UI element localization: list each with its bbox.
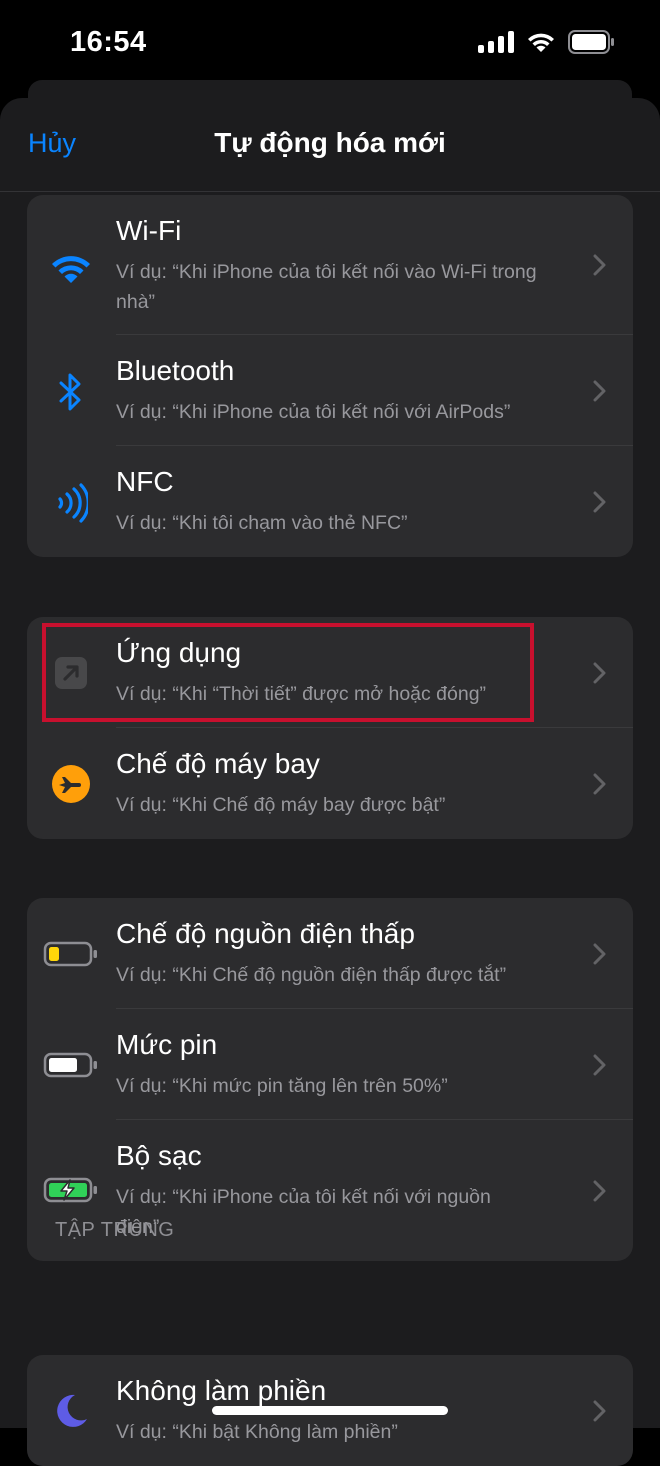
navigation-bar: Hủy Tự động hóa mới [0,98,660,192]
item-subtitle: Ví dụ: “Khi tôi chạm vào thẻ NFC” [116,512,408,534]
item-subtitle: Ví dụ: “Khi iPhone của tôi kết nối với A… [116,401,511,423]
chevron-right-icon [593,254,606,276]
status-bar: 16:54 [0,0,660,90]
item-title: Bluetooth [116,355,235,386]
item-title: Không làm phiền [116,1375,327,1406]
list-item-nfc[interactable]: NFC Ví dụ: “Khi tôi chạm vào thẻ NFC” [27,446,633,557]
wifi-icon [47,243,95,291]
chevron-right-icon [593,1054,606,1076]
battery-icon [43,1041,99,1089]
status-icons [478,30,616,54]
item-subtitle: Ví dụ: “Khi bật Không làm phiền” [116,1421,398,1443]
chevron-right-icon [593,491,606,513]
list-item-low-power[interactable]: Chế độ nguồn điện thấp Ví dụ: “Khi Chế đ… [27,898,633,1009]
chevron-right-icon [593,380,606,402]
item-title: Bộ sạc [116,1140,202,1171]
bluetooth-icon [47,368,95,416]
item-title: Chế độ nguồn điện thấp [116,918,415,949]
chevron-right-icon [593,943,606,965]
item-title: Mức pin [116,1029,218,1060]
list-item-battery-level[interactable]: Mức pin Ví dụ: “Khi mức pin tăng lên trê… [27,1009,633,1120]
status-time: 16:54 [70,26,147,58]
item-subtitle: Ví dụ: “Khi iPhone của tôi kết nối vào W… [116,261,537,313]
highlight-box [42,623,534,722]
item-title: Wi-Fi [116,215,182,246]
item-subtitle: Ví dụ: “Khi Chế độ máy bay được bật” [116,794,446,816]
chevron-right-icon [593,773,606,795]
battery-status-icon [568,30,614,54]
item-title: NFC [116,466,174,497]
charging-battery-icon [43,1166,99,1214]
airplane-icon [47,760,95,808]
section-header-focus: TẬP TRUNG [55,1219,175,1241]
list-item-bluetooth[interactable]: Bluetooth Ví dụ: “Khi iPhone của tôi kết… [27,335,633,446]
home-indicator[interactable] [212,1406,448,1415]
group-battery: Chế độ nguồn điện thấp Ví dụ: “Khi Chế đ… [27,898,633,1261]
item-subtitle: Ví dụ: “Khi mức pin tăng lên trên 50%” [116,1075,448,1097]
nfc-icon [47,479,95,527]
list-item-airplane-mode[interactable]: Chế độ máy bay Ví dụ: “Khi Chế độ máy ba… [27,728,633,839]
group-connections: Wi-Fi Ví dụ: “Khi iPhone của tôi kết nối… [27,195,633,557]
low-battery-icon [43,930,99,978]
chevron-right-icon [593,662,606,684]
item-subtitle: Ví dụ: “Khi Chế độ nguồn điện thấp được … [116,964,507,986]
item-title: Chế độ máy bay [116,748,320,779]
item-subtitle: Ví dụ: “Khi iPhone của tôi kết nối với n… [116,1186,491,1238]
page-title: Tự động hóa mới [214,127,446,158]
cellular-signal-icon [478,31,514,53]
list-item-wifi[interactable]: Wi-Fi Ví dụ: “Khi iPhone của tôi kết nối… [27,195,633,335]
chevron-right-icon [593,1400,606,1422]
wifi-status-icon [528,33,554,52]
chevron-right-icon [593,1180,606,1202]
